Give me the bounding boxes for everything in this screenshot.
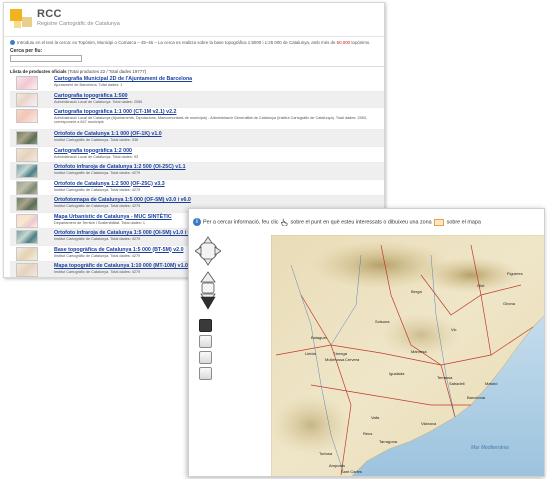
place-label: Berga — [411, 289, 422, 294]
zoom-box-button[interactable] — [199, 335, 212, 348]
product-title-link[interactable]: Ortofoto de Catalunya 1:2 500 (OF-25C) v… — [54, 181, 165, 187]
product-title-link[interactable]: Ortofoto infraroja de Catalunya 1:2 500 … — [54, 164, 186, 170]
product-thumbnail[interactable] — [16, 263, 38, 277]
product-row[interactable]: Ortofoto de Catalunya 1:1 000 (OF-1K) v1… — [10, 130, 384, 147]
product-row[interactable]: Cartografia topogràfica 1:500 Administrac… — [10, 91, 384, 108]
product-title-link[interactable]: Ortofotomapa de Catalunya 1:5 000 (OF-5M… — [54, 197, 191, 203]
pan-control-icon[interactable] — [195, 235, 221, 267]
product-meta: Institut Cartogràfic de Catalunya. Total… — [54, 253, 141, 258]
sea-label: Mar Mediterrània — [471, 445, 509, 451]
rcc-subtitle: Registre Cartogràfic de Catalunya — [37, 21, 120, 27]
place-label: Amposta — [329, 463, 346, 468]
catalonia-map[interactable]: Lleida Girona Barcelona Tarragona Manresa Vic… — [271, 235, 545, 477]
product-thumbnail[interactable] — [16, 230, 38, 244]
product-list-header: Llista de productes oficials (Total prod… — [10, 66, 384, 74]
map-viewer-window: i Per a cercar informació, feu clic sobr… — [188, 208, 545, 477]
place-label: Mollerussa — [325, 357, 345, 362]
product-meta: Institut Cartogràfic de Catalunya. Total… — [54, 204, 141, 208]
product-row[interactable]: Cartografia topogràfica 1:1 000 (CT-1M v… — [10, 108, 384, 130]
product-thumbnail[interactable] — [16, 76, 38, 90]
place-label: Igualada — [389, 371, 405, 376]
map-canvas[interactable]: Lleida Girona Barcelona Tarragona Manresa Vic… — [271, 235, 545, 477]
place-label: Tàrrega — [333, 351, 348, 356]
place-label: Sabadell — [449, 381, 465, 386]
product-meta: Institut Cartogràfic de Catalunya. Total… — [54, 171, 141, 175]
product-row[interactable]: Cartografia Municipal 2D de l'Ajuntament… — [10, 75, 384, 92]
search-instructions: Introduïu en el text la cerca: ex Topòni… — [10, 40, 382, 46]
place-label: Reus — [363, 431, 372, 436]
map-toolbar — [195, 235, 223, 475]
product-meta: Institut Cartogràfic de Catalunya. Total… — [54, 237, 141, 241]
place-label: Valls — [371, 415, 379, 420]
product-thumbnail[interactable] — [16, 213, 38, 228]
info-icon — [10, 40, 15, 46]
product-thumbnail[interactable] — [16, 147, 38, 162]
measure-button[interactable] — [199, 367, 212, 380]
product-title-link[interactable]: Cartografia topogràfica 1:1 000 (CT-1M v… — [54, 109, 176, 115]
search-input[interactable] — [10, 55, 82, 62]
product-row[interactable]: Ortofoto infraroja de Catalunya 1:2 500 … — [10, 163, 384, 180]
rcc-title: RCC — [37, 8, 62, 20]
product-meta: Departament de Territori i Sostenibilita… — [54, 220, 146, 225]
place-label: Lleida — [305, 351, 316, 356]
product-thumbnail[interactable] — [16, 131, 38, 145]
product-title-link[interactable]: Cartografia Municipal 2D de l'Ajuntament… — [54, 76, 192, 82]
place-label: Tarragona — [379, 439, 398, 444]
viewer-help-bar: i Per a cercar informació, feu clic sobr… — [189, 209, 544, 235]
product-title-link[interactable]: Ortofoto infraroja de Catalunya 1:5 000 … — [54, 230, 198, 236]
rcc-logo-icon-part — [22, 17, 32, 27]
product-meta: Administració Local de Catalunya. Total … — [54, 154, 139, 159]
product-title-link[interactable]: Mapa topogràfic de Catalunya 1:10 000 (M… — [54, 263, 203, 269]
product-meta: Administració Local de Catalunya. Total … — [54, 99, 143, 104]
product-title-link[interactable]: Base topogràfica de Catalunya 1:5 000 (B… — [54, 247, 184, 253]
product-meta: Administració Local de Catalunya (Ajunta… — [54, 116, 367, 125]
rcc-logo-icon-part — [14, 21, 21, 28]
product-thumbnail[interactable] — [16, 109, 38, 123]
product-row[interactable]: Ortofoto de Catalunya 1:2 500 (OF-25C) v… — [10, 180, 384, 196]
product-meta: Institut Cartogràfic de Catalunya. Total… — [54, 138, 139, 142]
hand-pointer-icon — [281, 218, 288, 226]
rcc-logo-icon — [10, 9, 22, 21]
product-title-link[interactable]: Ortofoto de Catalunya 1:1 000 (OF-1K) v1… — [54, 131, 162, 137]
product-thumbnail[interactable] — [16, 164, 38, 178]
place-label: Terrassa — [437, 375, 453, 380]
product-title-link[interactable]: Cartografia topogràfica 1:500 — [54, 93, 128, 99]
product-thumbnail[interactable] — [16, 92, 38, 107]
product-meta: Ajuntament de Barcelona. Total dades: 1 — [54, 83, 123, 87]
place-label: Olot — [477, 283, 485, 288]
relief-area — [421, 257, 521, 293]
arrow-down-icon[interactable] — [199, 295, 217, 311]
layers-button[interactable] — [199, 351, 212, 364]
place-label: Tortosa — [319, 451, 333, 456]
place-label: Vic — [451, 327, 456, 332]
place-label: Girona — [503, 301, 516, 306]
rcc-header: RCC Registre Cartogràfic de Catalunya — [4, 3, 384, 37]
place-label: Mataró — [485, 381, 498, 386]
place-label: Cervera — [345, 357, 360, 362]
product-thumbnail[interactable] — [16, 246, 38, 261]
place-label: Figueres — [507, 271, 523, 276]
info-icon: i — [193, 218, 201, 226]
product-row[interactable]: Cartografia topogràfica 1:2 000 Administr… — [10, 147, 384, 163]
place-label: Vilanova — [421, 421, 437, 426]
place-label: Balaguer — [311, 335, 328, 340]
product-meta: Institut Cartogràfic de Catalunya. Total… — [54, 187, 141, 192]
info-tool-button[interactable] — [199, 319, 212, 332]
place-label: Solsona — [375, 319, 390, 324]
draw-zone-icon — [434, 218, 445, 226]
product-thumbnail[interactable] — [16, 197, 38, 211]
place-label: Manresa — [411, 349, 427, 354]
product-thumbnail[interactable] — [16, 180, 38, 195]
place-label: Sant Carles — [341, 469, 362, 474]
product-title-link[interactable]: Mapa Urbanístic de Catalunya - MUC SINTÈ… — [54, 214, 172, 220]
product-meta: Institut Cartogràfic de Catalunya. Total… — [54, 270, 141, 274]
search-label: Cerca per fiu: — [10, 48, 43, 54]
relief-area — [271, 395, 351, 455]
place-label: Barcelona — [467, 395, 486, 400]
product-title-link[interactable]: Cartografia topogràfica 1:2 000 — [54, 148, 132, 154]
viewer-help-text: Per a cercar informació, feu clic sobre … — [203, 218, 481, 226]
